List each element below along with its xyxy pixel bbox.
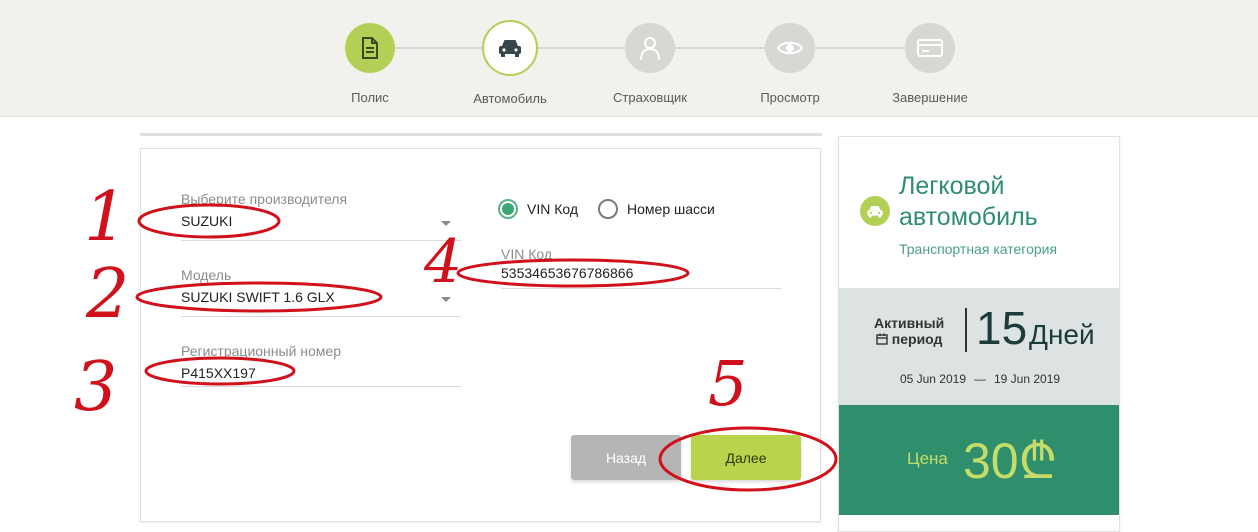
period-days-unit: Дней [1029,319,1095,350]
vehicle-form: Выберите производителя SUZUKI Модель SUZ… [140,148,821,522]
step-vehicle[interactable]: Автомобиль [440,20,580,106]
price-block: Цена 30₾ [839,405,1119,515]
person-icon [625,23,675,73]
model-label: Модель [181,267,232,283]
radio-unchecked-icon [598,199,619,219]
car-icon [860,196,890,226]
card-icon [905,23,955,73]
vehicle-category-subtitle: Транспортная категория [899,241,1058,257]
divider [140,133,822,136]
date-to: 19 Jun 2019 [994,372,1061,386]
registration-number-field[interactable]: Регистрационный номер P415XX197 [181,343,461,387]
radio-label: VIN Код [527,201,579,217]
annotation-number: 3 [74,348,117,427]
step-label: Полис [351,90,389,105]
vin-value: 53534653676786866 [501,265,634,281]
annotation-number: 1 [84,178,127,257]
back-button[interactable]: Назад [571,435,681,480]
registration-value: P415XX197 [181,365,256,381]
vin-label: VIN Код [501,246,553,262]
calendar-icon [876,333,888,345]
step-review[interactable]: Просмотр [720,23,860,105]
chevron-down-icon [441,297,451,302]
price-value: 30₾ [963,433,1058,489]
active-period: Активный период 15 Дней 05 Jun 2019—19 J… [839,288,1119,405]
chevron-down-icon [441,221,451,226]
progress-stepper: Полис Автомобиль Страховщик Просмотр Зав… [0,0,1258,117]
radio-vin[interactable]: VIN Код [498,199,578,219]
period-dates: 05 Jun 2019—19 Jun 2019 [899,372,1061,386]
next-button[interactable]: Далее [691,435,801,480]
registration-label: Регистрационный номер [181,343,341,359]
step-insurer[interactable]: Страховщик [580,23,720,105]
manufacturer-value: SUZUKI [181,213,233,229]
vehicle-id-type: VIN Код Номер шасси [498,199,735,219]
price-label: Цена [907,449,948,468]
car-icon [482,20,538,76]
model-value: SUZUKI SWIFT 1.6 GLX [181,289,335,305]
step-finish[interactable]: Завершение [860,23,1000,105]
step-label: Автомобиль [473,91,547,106]
step-label: Страховщик [613,90,687,105]
model-select[interactable]: Модель SUZUKI SWIFT 1.6 GLX [181,267,461,317]
manufacturer-select[interactable]: Выберите производителя SUZUKI [181,191,461,241]
vehicle-category-title: Легковой автомобиль [899,172,1038,231]
divider [965,308,967,352]
document-icon [345,23,395,73]
manufacturer-label: Выберите производителя [181,191,348,207]
date-from: 05 Jun 2019 [899,372,966,386]
annotation-number: 2 [85,255,129,334]
step-label: Завершение [892,90,968,105]
radio-checked-icon [498,199,518,219]
summary-panel: Легковой автомобиль Транспортная категор… [838,136,1120,532]
period-label: Активный период [874,315,945,347]
eye-icon [765,23,815,73]
vin-field[interactable]: VIN Код 53534653676786866 [501,246,781,289]
radio-label: Номер шасси [627,201,715,217]
radio-chassis[interactable]: Номер шасси [598,199,715,219]
step-label: Просмотр [760,90,820,105]
period-days-value: 15 [976,302,1028,354]
step-policy[interactable]: Полис [300,23,440,105]
